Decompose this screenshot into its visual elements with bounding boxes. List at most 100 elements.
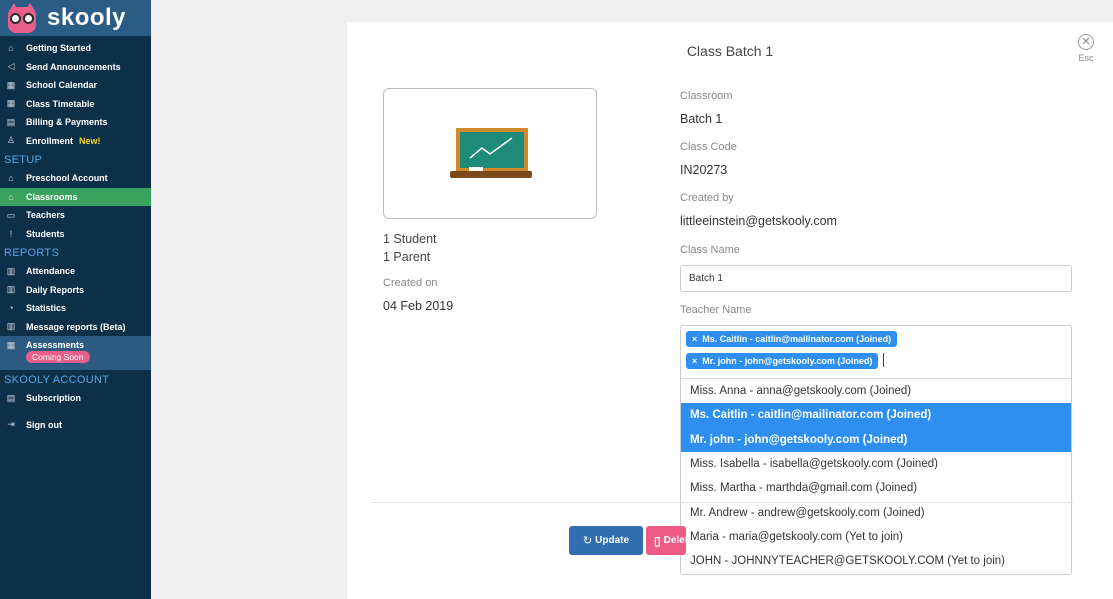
sidebar-item-classrooms[interactable]: ⌂ Classrooms [0,187,151,206]
setup-section-title: SETUP [4,153,43,166]
enrollment-icon: ♙ [6,135,16,146]
teacher-tag-label: Ms. Caitlin - caitlin@mailinator.com (Jo… [702,334,892,344]
teacher-option[interactable]: Miss. Isabella - isabella@getskooly.com … [681,452,1071,476]
teacher-option[interactable]: Mr. Andrew - andrew@getskooly.com (Joine… [681,500,1071,524]
coming-soon-badge: Coming Soon [26,351,90,363]
reports-section-title: REPORTS [4,246,60,259]
sidebar-item-assessments[interactable]: ▦ Assessments Coming Soon [0,336,151,370]
update-label: Update [595,535,630,546]
sidebar-item-label: Enrollment [26,135,74,146]
owl-logo-icon [6,3,38,33]
assessments-icon: ▦ [6,340,16,350]
sidebar-item-label: Class Timetable [26,98,95,109]
brand-name: skooly [47,4,127,31]
teacher-option[interactable]: Mr. john - john@getskooly.com (Joined) [681,427,1071,452]
created-by-label: Created by [680,192,734,204]
student-icon: ǃ [9,228,13,239]
close-icon[interactable]: ✕ [1078,34,1094,50]
delete-button[interactable]: ▯ Delete [646,526,686,555]
update-button[interactable]: ↻ Update [569,526,643,555]
sidebar-item-school-calendar[interactable]: ▦ School Calendar [0,76,151,95]
school-icon: ⌂ [8,173,14,184]
attendance-icon: ▥ [6,265,16,276]
sidebar-item-label: Teachers [26,210,65,221]
text-cursor [883,352,885,367]
sidebar-item-label: Daily Reports [26,284,85,295]
sidebar-item-attendance[interactable]: ▥ Attendance [0,262,151,281]
teacher-option[interactable]: Ms. Caitlin - caitlin@mailinator.com (Jo… [681,403,1071,428]
sidebar-item-class-timetable[interactable]: ▦ Class Timetable [0,95,151,114]
sidebar: skooly ⌂ Getting Started ◁ Send Announcemen… [0,0,151,599]
modal-title: Class Batch 1 [686,43,774,59]
esc-label: Esc [1078,53,1094,63]
teacher-tag[interactable]: × Mr. john - john@getskooly.com (Joined) [686,353,879,369]
sidebar-item-label: School Calendar [26,80,98,91]
sidebar-item-label: Preschool Account [26,173,108,184]
new-badge: New! [79,135,101,146]
teacher-tag-label: Mr. john - john@getskooly.com (Joined) [702,356,873,366]
refresh-icon: ↻ [582,535,593,547]
selected-teacher-tags[interactable]: × Ms. Caitlin - caitlin@mailinator.com (J… [681,326,1071,379]
logo-bar[interactable]: skooly [0,0,151,36]
sidebar-item-message-reports-beta[interactable]: ▥ Message reports (Beta) [0,318,151,337]
created-on-label: Created on [383,277,438,289]
footer-divider [371,502,1073,503]
chalkboard-tray [450,171,532,178]
sidebar-item-daily-reports[interactable]: ▥ Daily Reports [0,281,151,300]
class-detail-modal: Class Batch 1 ✕ Esc 1 Student 1 Parent C… [347,22,1113,599]
megaphone-icon: ◁ [7,61,15,72]
classroom-icon: ⌂ [8,191,14,202]
created-on-value: 04 Feb 2019 [383,299,454,313]
statistics-icon: ◔ [8,303,14,314]
classroom-value: Batch 1 [680,112,723,126]
class-name-input[interactable]: Batch 1 [680,265,1072,292]
sidebar-item-label: Sign out [26,419,62,430]
sidebar-item-sign-out[interactable]: ⇥ Sign out [0,416,151,435]
sidebar-item-label: Message reports (Beta) [26,321,126,332]
sidebar-item-statistics[interactable]: ◔ Statistics [0,299,151,318]
chalkboard-icon [456,128,528,172]
sidebar-item-subscription[interactable]: ▤ Subscription [0,389,151,408]
sidebar-item-label: Billing & Payments [26,117,108,128]
remove-tag-icon[interactable]: × [692,356,697,366]
parent-count: 1 Parent [383,250,431,264]
sidebar-item-label: Assessments [26,340,85,350]
teacher-option[interactable]: Maria - maria@getskooly.com (Yet to join… [681,525,1071,549]
sidebar-item-label: Send Announcements [26,61,121,72]
billing-icon: ▤ [6,116,16,127]
sidebar-item-students[interactable]: ǃ Students [0,225,151,244]
class-name-label: Class Name [680,244,740,256]
teacher-multiselect[interactable]: × Ms. Caitlin - caitlin@mailinator.com (J… [680,325,1072,575]
sidebar-item-billing-payments[interactable]: ▤ Billing & Payments [0,113,151,132]
sidebar-item-enrollment[interactable]: ♙ Enrollment New! [0,132,151,151]
sidebar-item-label: Attendance [26,266,76,277]
remove-tag-icon[interactable]: × [692,334,697,344]
created-by-value: littleeinstein@getskooly.com [680,214,837,228]
timetable-icon: ▦ [6,98,16,109]
teacher-option[interactable]: Miss. Martha - marthda@gmail.com (Joined… [681,476,1071,500]
reports-nav: ▥ Attendance ▥ Daily Reports ◔ Statistics ▥ Mes… [0,262,151,336]
delete-label: Delete [663,535,686,546]
sidebar-item-send-announcements[interactable]: ◁ Send Announcements [0,58,151,77]
sidebar-item-preschool-account[interactable]: ⌂ Preschool Account [0,169,151,188]
teacher-name-label: Teacher Name [680,304,752,316]
daily-report-icon: ▥ [6,284,16,295]
teacher-icon: ▭ [6,209,16,220]
sidebar-item-label: Students [26,228,65,239]
trash-icon: ▯ [654,533,661,548]
classroom-label: Classroom [680,90,733,102]
teacher-dropdown-list: Miss. Anna - anna@getskooly.com (Joined)… [681,379,1071,573]
student-count: 1 Student [383,232,437,246]
account-nav: ▤ Subscription ⇥ Sign out [0,389,151,434]
sidebar-item-getting-started[interactable]: ⌂ Getting Started [0,39,151,58]
main-nav: ⌂ Getting Started ◁ Send Announcements ▦ Scho… [0,39,151,150]
home-icon: ⌂ [8,43,14,54]
sidebar-item-teachers[interactable]: ▭ Teachers [0,206,151,225]
teacher-option[interactable]: JOHN - JOHNNYTEACHER@GETSKOOLY.COM (Yet … [681,549,1071,573]
calendar-icon: ▦ [6,79,16,90]
sidebar-item-label: Classrooms [26,191,78,202]
class-image[interactable] [383,88,597,219]
signout-icon: ⇥ [7,419,15,430]
teacher-option[interactable]: Miss. Anna - anna@getskooly.com (Joined) [681,379,1071,403]
teacher-tag[interactable]: × Ms. Caitlin - caitlin@mailinator.com (J… [686,331,898,347]
